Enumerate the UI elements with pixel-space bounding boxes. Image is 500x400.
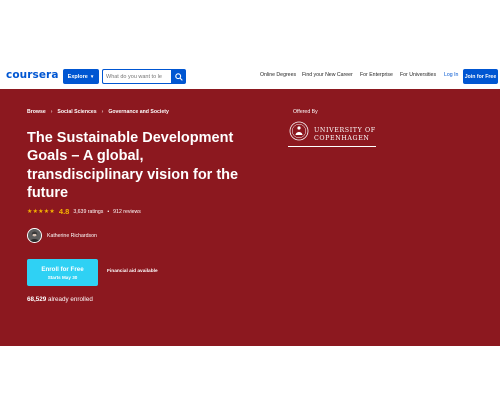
nav-link-online-degrees[interactable]: Online Degrees — [260, 72, 296, 78]
university-line-2: COPENHAGEN — [314, 134, 370, 142]
instructor-row: Katherine Richardson — [27, 228, 97, 243]
explore-label: Explore — [67, 73, 88, 80]
join-for-free-button[interactable]: Join for Free — [463, 69, 498, 84]
instructor-name[interactable]: Katherine Richardson — [47, 233, 97, 239]
nav-link-universities[interactable]: For Universities — [400, 72, 436, 78]
course-title: The Sustainable Development Goals – A gl… — [27, 130, 239, 201]
chevron-right-icon: › — [50, 109, 53, 115]
explore-button[interactable]: Explore ▼ — [63, 69, 99, 84]
breadcrumb-browse[interactable]: Browse — [27, 109, 46, 115]
avatar[interactable] — [27, 228, 42, 243]
start-date: Starts May 30 — [47, 274, 78, 280]
enrolled-suffix: already enrolled — [48, 296, 93, 303]
star-rating-icon: ★★★★★ — [27, 209, 55, 215]
breadcrumb: Browse › Social Sciences › Governance an… — [27, 109, 169, 115]
search-icon — [174, 72, 183, 81]
search-input[interactable] — [102, 69, 174, 84]
reviews-count[interactable]: 912 reviews — [113, 209, 141, 215]
enrolled-count: 68,529 already enrolled — [27, 296, 93, 303]
enroll-button[interactable]: Enroll for Free Starts May 30 — [27, 259, 98, 286]
chevron-down-icon: ▼ — [89, 74, 95, 79]
breadcrumb-governance[interactable]: Governance and Society — [108, 109, 169, 115]
search-button[interactable] — [171, 69, 186, 84]
ratings-count[interactable]: 3,639 ratings — [73, 209, 103, 215]
chevron-right-icon: › — [101, 109, 104, 115]
login-link[interactable]: Log In — [444, 72, 458, 78]
nav-link-enterprise[interactable]: For Enterprise — [360, 72, 393, 78]
breadcrumb-social-sciences[interactable]: Social Sciences — [57, 109, 96, 115]
top-nav: coursera Explore ▼ Online Degrees Find y… — [0, 66, 500, 88]
coursera-logo[interactable]: coursera — [6, 69, 59, 81]
university-logo[interactable]: UNIVERSITY OF COPENHAGEN — [288, 119, 380, 151]
rating-score: 4.8 — [58, 207, 70, 216]
university-line-1: UNIVERSITY OF — [314, 127, 376, 134]
enrolled-number: 68,529 — [27, 296, 47, 303]
person-icon — [28, 229, 41, 242]
financial-aid-link[interactable]: Financial aid available — [107, 269, 158, 274]
university-name: UNIVERSITY OF COPENHAGEN — [314, 127, 376, 143]
offered-by-label: Offered By — [293, 109, 318, 115]
rating-row: ★★★★★ 4.8 3,639 ratings • 912 reviews — [27, 207, 141, 216]
logo-divider — [288, 146, 376, 147]
course-hero: Browse › Social Sciences › Governance an… — [0, 89, 500, 346]
bullet-separator: • — [107, 208, 110, 215]
nav-link-find-career[interactable]: Find your New Career — [302, 72, 353, 78]
enroll-label: Enroll for Free — [41, 265, 84, 273]
university-seal-icon — [289, 121, 309, 141]
